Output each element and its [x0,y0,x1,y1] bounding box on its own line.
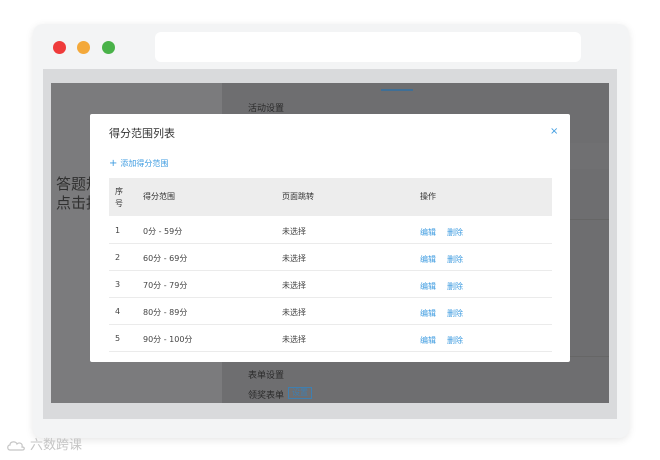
setup-button[interactable]: 设置 [288,387,312,399]
plus-icon: + [109,158,118,169]
watermark: 六数跨课 [6,434,82,453]
table-row: 1 0分 - 59分 未选择 编辑 删除 [109,217,552,244]
row-index: 3 [115,280,121,289]
column-header-range: 得分范围 [143,192,175,201]
edit-link[interactable]: 编辑 [420,281,436,292]
row-page-jump: 未选择 [282,227,306,236]
close-icon[interactable]: × [550,126,558,137]
close-window-icon[interactable] [53,41,66,54]
delete-link[interactable]: 删除 [447,335,463,346]
row-page-jump: 未选择 [282,281,306,290]
column-header-action: 操作 [420,192,436,201]
table-row: 5 90分 - 100分 未选择 编辑 删除 [109,325,552,352]
row-page-jump: 未选择 [282,254,306,263]
minimize-window-icon[interactable] [77,41,90,54]
row-page-jump: 未选择 [282,335,306,344]
row-score-range: 0分 - 59分 [143,227,183,236]
row-score-range: 80分 - 89分 [143,308,188,317]
column-header-jump: 页面跳转 [282,192,314,201]
row-index: 1 [115,226,121,235]
row-index: 2 [115,253,121,262]
add-score-range-link[interactable]: + 添加得分范围 [109,158,168,169]
section-activity-label: 活动设置 [248,104,285,114]
row-index: 4 [115,307,121,316]
edit-link[interactable]: 编辑 [420,227,436,238]
cloud-logo-icon [7,440,25,451]
delete-link[interactable]: 删除 [447,281,463,292]
delete-link[interactable]: 删除 [447,227,463,238]
table-header: 序号 得分范围 页面跳转 操作 [109,178,552,216]
active-tab-indicator [381,89,413,91]
click-button-text: 点击按 [56,194,94,212]
row-index: 5 [115,334,121,343]
modal-title: 得分范围列表 [109,127,175,140]
table-row: 2 60分 - 69分 未选择 编辑 删除 [109,244,552,271]
maximize-window-icon[interactable] [102,41,115,54]
row-score-range: 90分 - 100分 [143,335,193,344]
table-row: 3 70分 - 79分 未选择 编辑 删除 [109,271,552,298]
answer-rules-text: 答题规 [56,175,94,193]
delete-link[interactable]: 删除 [447,308,463,319]
column-header-index: 序号 [115,187,123,208]
section-form-label: 表单设置 [248,371,285,381]
row-score-range: 70分 - 79分 [143,281,188,290]
prize-form-label: 领奖表单 [248,391,285,401]
add-score-range-label: 添加得分范围 [120,159,169,168]
address-bar[interactable] [155,32,581,62]
table-row: 4 80分 - 89分 未选择 编辑 删除 [109,298,552,325]
delete-link[interactable]: 删除 [447,254,463,265]
row-score-range: 60分 - 69分 [143,254,188,263]
row-page-jump: 未选择 [282,308,306,317]
watermark-text: 六数跨课 [30,438,83,453]
score-range-modal: 得分范围列表 × + 添加得分范围 序号 得分范围 页面跳转 操作 1 0分 - … [90,114,570,362]
edit-link[interactable]: 编辑 [420,254,436,265]
edit-link[interactable]: 编辑 [420,308,436,319]
edit-link[interactable]: 编辑 [420,335,436,346]
